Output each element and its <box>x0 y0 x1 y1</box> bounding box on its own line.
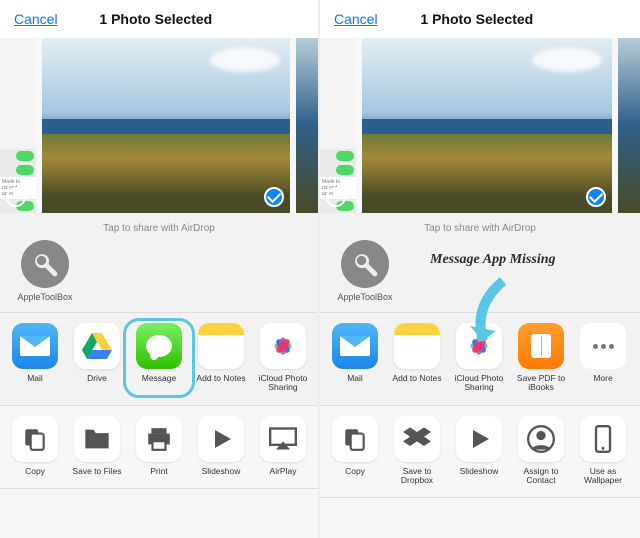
dropbox-icon <box>394 416 440 462</box>
airdrop-label: AppleToolBox <box>17 292 72 302</box>
message-icon <box>136 323 182 369</box>
share-mail[interactable]: Mail <box>4 323 66 393</box>
folder-icon <box>74 416 120 462</box>
airdrop-label: AppleToolBox <box>337 292 392 302</box>
share-notes[interactable]: Add to Notes <box>190 323 252 393</box>
play-icon <box>198 416 244 462</box>
notes-icon <box>394 323 440 369</box>
mail-icon <box>12 323 58 369</box>
photo-thumbnail-prev[interactable]: Made tond andagen <box>320 38 356 213</box>
action-slideshow[interactable]: Slideshow <box>190 416 252 476</box>
page-title: 1 Photo Selected <box>328 11 626 27</box>
action-print[interactable]: Print <box>128 416 190 476</box>
drive-icon <box>74 323 120 369</box>
share-sheet-right: Cancel 1 Photo Selected Made tond andage… <box>320 0 640 538</box>
actions-row: Copy Save to Dropbox Slideshow Assign to… <box>320 406 640 499</box>
photo-strip[interactable]: Made tond andagen <box>0 38 318 213</box>
airdrop-contact[interactable]: AppleToolBox <box>334 240 396 302</box>
action-dropbox[interactable]: Save to Dropbox <box>386 416 448 486</box>
share-mail[interactable]: Mail <box>324 323 386 393</box>
wrench-icon <box>21 240 69 288</box>
wrench-icon <box>341 240 389 288</box>
action-copy[interactable]: Copy <box>324 416 386 486</box>
selection-ring-icon <box>326 187 346 207</box>
action-wallpaper[interactable]: Use as Wallpaper <box>572 416 634 486</box>
photo-thumbnail-selected[interactable] <box>362 38 612 213</box>
photo-thumbnail-prev[interactable]: Made tond andagen <box>0 38 36 213</box>
action-slideshow[interactable]: Slideshow <box>448 416 510 486</box>
photo-thumbnail-next[interactable] <box>296 38 318 213</box>
airplay-icon <box>260 416 306 462</box>
photos-icon <box>260 323 306 369</box>
copy-icon <box>332 416 378 462</box>
annotation-text: Message App Missing <box>430 252 556 268</box>
photo-thumbnail-selected[interactable] <box>42 38 290 213</box>
share-message[interactable]: Message <box>128 323 190 393</box>
action-contact[interactable]: Assign to Contact <box>510 416 572 486</box>
share-more[interactable]: More <box>572 323 634 393</box>
airdrop-hint: Tap to share with AirDrop <box>0 213 318 240</box>
share-icloud-photo[interactable]: iCloud Photo Sharing <box>252 323 314 393</box>
more-icon <box>580 323 626 369</box>
page-title: 1 Photo Selected <box>8 11 304 27</box>
play-icon <box>456 416 502 462</box>
airdrop-contact[interactable]: AppleToolBox <box>14 240 76 302</box>
person-icon <box>518 416 564 462</box>
header: Cancel 1 Photo Selected <box>0 0 318 38</box>
ibooks-icon <box>518 323 564 369</box>
selection-ring-icon <box>6 187 26 207</box>
phone-outline-icon <box>580 416 626 462</box>
share-notes[interactable]: Add to Notes <box>386 323 448 393</box>
notes-icon <box>198 323 244 369</box>
airdrop-hint: Tap to share with AirDrop <box>320 213 640 240</box>
arrow-icon <box>468 276 518 356</box>
share-apps-row: Mail Drive Message Add to Notes <box>0 313 318 406</box>
action-save-files[interactable]: Save to Files <box>66 416 128 476</box>
photo-thumbnail-next[interactable] <box>618 38 640 213</box>
actions-row: Copy Save to Files Print Slideshow <box>0 406 318 489</box>
share-drive[interactable]: Drive <box>66 323 128 393</box>
mail-icon <box>332 323 378 369</box>
airdrop-row: AppleToolBox <box>0 240 318 313</box>
share-ibooks[interactable]: Save PDF to iBooks <box>510 323 572 393</box>
print-icon <box>136 416 182 462</box>
action-copy[interactable]: Copy <box>4 416 66 476</box>
photo-strip[interactable]: Made tond andagen <box>320 38 640 213</box>
action-airplay[interactable]: AirPlay <box>252 416 314 476</box>
check-icon <box>586 187 606 207</box>
check-icon <box>264 187 284 207</box>
header: Cancel 1 Photo Selected <box>320 0 640 38</box>
copy-icon <box>12 416 58 462</box>
share-sheet-left: Cancel 1 Photo Selected Made tond andage… <box>0 0 320 538</box>
